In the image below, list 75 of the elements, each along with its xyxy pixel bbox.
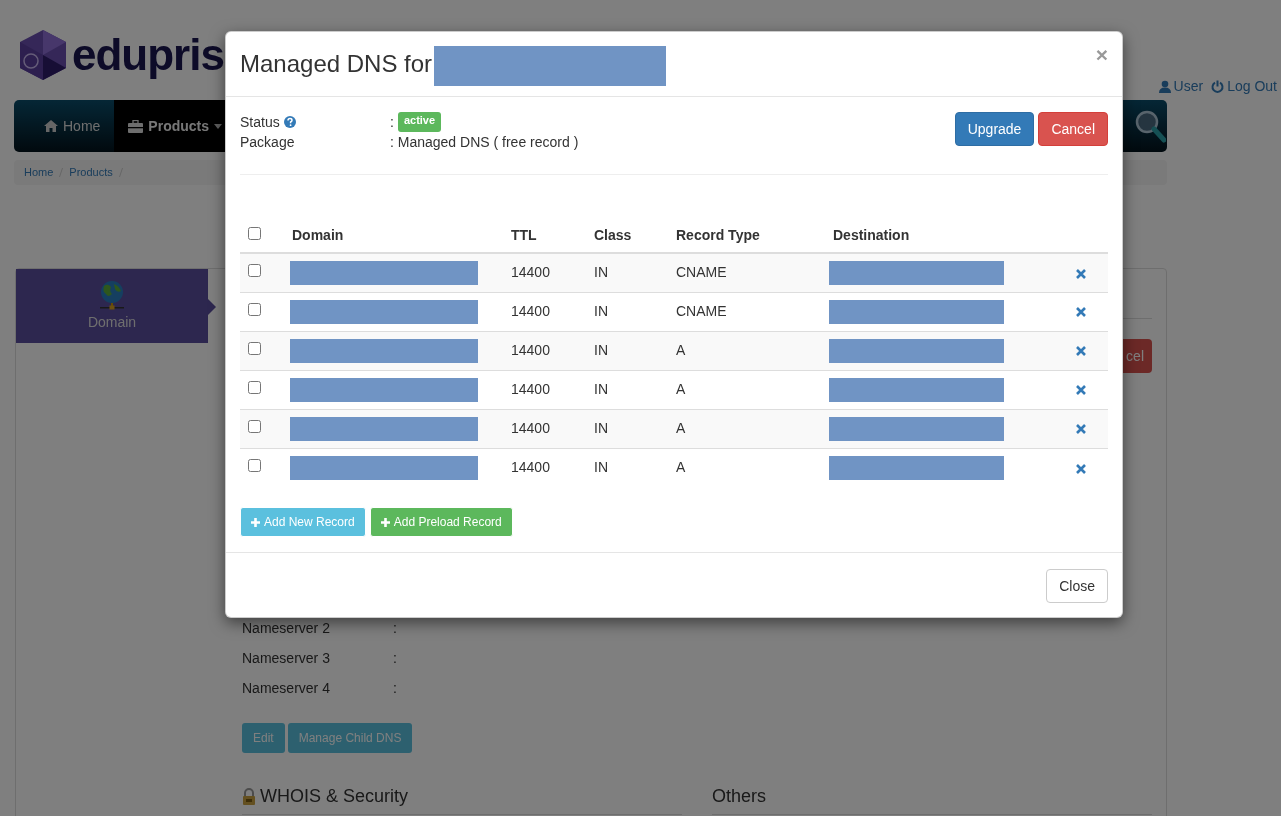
row-checkbox[interactable] xyxy=(248,303,261,316)
cancel-button[interactable]: Cancel xyxy=(1038,112,1108,146)
table-cell: IN xyxy=(594,264,608,281)
delete-icon xyxy=(1076,424,1086,435)
edit-button[interactable]: Edit xyxy=(242,723,285,753)
row-checkbox[interactable] xyxy=(248,381,261,394)
column-header: Record Type xyxy=(676,226,760,243)
home-icon xyxy=(44,120,58,132)
logo-text: edupris xyxy=(72,33,224,77)
field-label: Nameserver 2 xyxy=(242,618,331,638)
plus-icon xyxy=(251,517,260,527)
table-cell: CNAME xyxy=(676,303,727,319)
table-cell: 14400 xyxy=(511,381,550,397)
globe-icon xyxy=(98,279,126,310)
row-checkbox[interactable] xyxy=(248,264,261,278)
column-header: Class xyxy=(594,226,632,243)
table-cell: A xyxy=(676,420,686,436)
logout-link[interactable]: Log Out xyxy=(1211,76,1277,97)
breadcrumb-link[interactable]: Products xyxy=(69,164,113,181)
row-checkbox[interactable] xyxy=(248,342,261,355)
separator: : xyxy=(393,648,397,668)
row-checkbox[interactable] xyxy=(248,420,261,433)
column-header: TTL xyxy=(511,226,537,243)
delete-icon xyxy=(1076,346,1086,357)
help-icon xyxy=(283,116,296,128)
section-title: Others xyxy=(712,785,767,808)
table-cell: A xyxy=(676,381,686,397)
table-cell: 14400 xyxy=(511,459,550,476)
add-preload-record-button[interactable]: Add Preload Record xyxy=(369,507,513,537)
column-header: Destination xyxy=(833,226,910,243)
breadcrumb-link[interactable]: Home xyxy=(24,164,54,181)
power-icon xyxy=(1211,80,1225,93)
field-label: Nameserver 3 xyxy=(242,648,331,668)
table-cell: 14400 xyxy=(511,303,550,319)
table-cell: 14400 xyxy=(511,342,550,358)
plus-icon xyxy=(380,517,390,527)
table-cell: 14400 xyxy=(511,420,550,436)
section-title: WHOIS & Security xyxy=(260,785,409,808)
column-header: Domain xyxy=(292,226,344,243)
delete-icon xyxy=(1076,268,1086,279)
table-cell: IN xyxy=(594,381,608,397)
upgrade-button[interactable]: Upgrade xyxy=(954,112,1035,146)
add-record-button[interactable]: Add New Record xyxy=(240,507,366,537)
table-cell: IN xyxy=(594,459,608,476)
table-cell: A xyxy=(676,342,686,358)
delete-icon xyxy=(1076,385,1086,396)
separator: : xyxy=(393,618,397,638)
table-cell: A xyxy=(676,459,686,476)
user-link[interactable]: User xyxy=(1158,76,1204,97)
table-cell: IN xyxy=(594,342,608,358)
table-cell: IN xyxy=(594,420,608,436)
logo-icon xyxy=(20,30,66,80)
table-cell: CNAME xyxy=(676,264,727,281)
table-cell: 14400 xyxy=(511,264,550,281)
field-value: : Managed DNS ( free record ) xyxy=(390,133,579,152)
separator: : xyxy=(390,113,394,132)
close-button[interactable]: Close xyxy=(1046,569,1108,603)
separator: : xyxy=(393,678,397,698)
field-label: Status xyxy=(240,113,280,132)
close-button[interactable]: × xyxy=(1095,44,1108,65)
delete-icon xyxy=(1076,463,1086,474)
briefcase-icon xyxy=(128,119,144,133)
delete-icon xyxy=(1076,307,1086,318)
nav-item[interactable]: Home xyxy=(14,100,115,152)
search-icon xyxy=(1134,109,1166,143)
select-all-checkbox[interactable] xyxy=(248,226,261,240)
row-checkbox[interactable] xyxy=(248,459,261,473)
user-icon xyxy=(1158,80,1171,93)
table-cell: IN xyxy=(594,303,608,319)
dialog-title: Managed DNS for xyxy=(240,52,433,76)
field-label: Package xyxy=(240,133,296,152)
field-label: Nameserver 4 xyxy=(242,678,331,698)
lock-icon xyxy=(242,788,256,805)
manage-child-dns-button[interactable]: Manage Child DNS xyxy=(287,723,413,753)
status-badge: active xyxy=(397,112,442,132)
